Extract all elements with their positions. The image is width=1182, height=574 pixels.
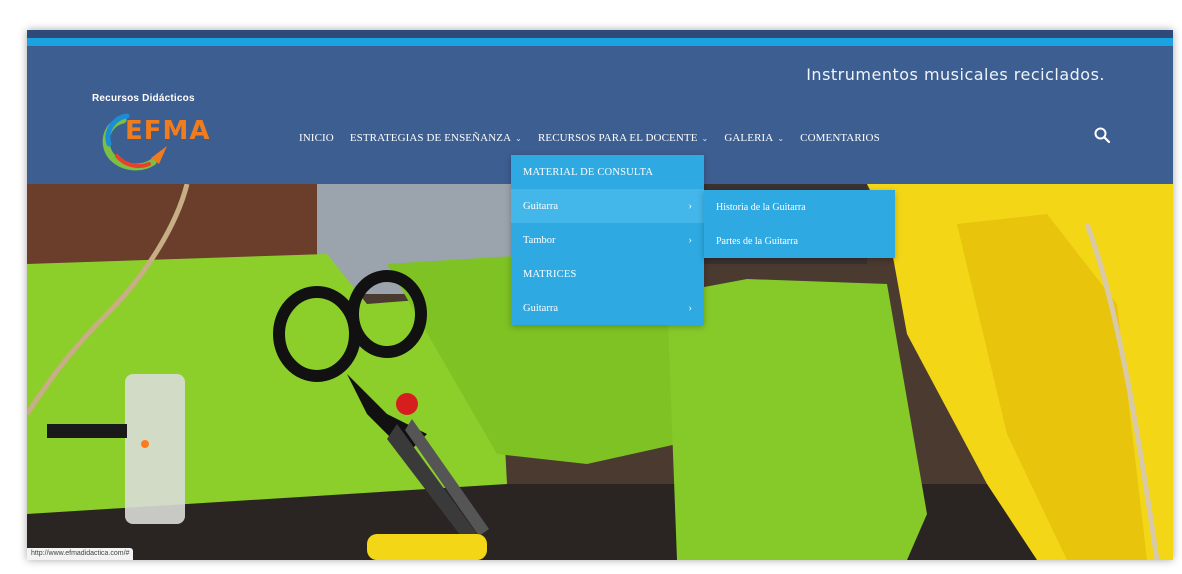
menu-item-label: Tambor bbox=[523, 234, 556, 246]
nav-item-comentarios[interactable]: COMENTARIOS bbox=[792, 132, 888, 144]
chevron-right-icon: › bbox=[688, 234, 692, 246]
menu-item-material-consulta[interactable]: MATERIAL DE CONSULTA bbox=[511, 155, 704, 189]
chevron-down-icon: ⌄ bbox=[701, 133, 709, 143]
submenu-item-label: Historia de la Guitarra bbox=[716, 201, 806, 213]
nav-item-recursos[interactable]: RECURSOS PARA EL DOCENTE ⌄ bbox=[530, 132, 716, 144]
status-bar-url: http://www.efmadidactica.com/# bbox=[27, 548, 134, 560]
submenu-item-historia[interactable]: Historia de la Guitarra bbox=[704, 190, 895, 224]
recursos-dropdown-menu: MATERIAL DE CONSULTA Guitarra › Tambor ›… bbox=[511, 155, 704, 325]
menu-item-label: Guitarra bbox=[523, 302, 558, 314]
chevron-down-icon: ⌄ bbox=[515, 133, 522, 143]
search-icon bbox=[1094, 127, 1111, 144]
menu-item-label: MATERIAL DE CONSULTA bbox=[523, 166, 654, 178]
nav-item-galeria[interactable]: GALERIA ⌄ bbox=[716, 132, 792, 144]
nav-label: ESTRATEGIAS DE ENSEÑANZA bbox=[349, 132, 512, 144]
menu-item-tambor[interactable]: Tambor › bbox=[511, 223, 704, 257]
site-logo[interactable]: EFMA bbox=[95, 106, 215, 176]
nav-label: RECURSOS PARA EL DOCENTE bbox=[537, 132, 698, 144]
chevron-down-icon: ⌄ bbox=[777, 133, 785, 143]
main-nav: INICIO ESTRATEGIAS DE ENSEÑANZA ⌄ RECURS… bbox=[291, 132, 888, 144]
menu-item-matrices-guitarra[interactable]: Guitarra › bbox=[511, 291, 704, 325]
nav-item-inicio[interactable]: INICIO bbox=[291, 132, 342, 144]
chevron-right-icon: › bbox=[688, 200, 692, 212]
nav-label: GALERIA bbox=[724, 132, 774, 144]
chevron-right-icon: › bbox=[688, 302, 692, 314]
menu-item-label: Guitarra bbox=[523, 200, 558, 212]
brand-caption: Recursos Didácticos bbox=[92, 93, 195, 104]
site-tagline: Instrumentos musicales reciclados. bbox=[806, 65, 1105, 84]
menu-item-label: MATRICES bbox=[523, 268, 577, 280]
nav-label: INICIO bbox=[299, 132, 334, 144]
menu-item-guitarra[interactable]: Guitarra › bbox=[511, 189, 704, 223]
top-strip bbox=[27, 30, 1173, 38]
nav-item-estrategias[interactable]: ESTRATEGIAS DE ENSEÑANZA ⌄ bbox=[342, 132, 530, 144]
logo-text: EFMA bbox=[125, 116, 211, 146]
guitarra-submenu: Historia de la Guitarra Partes de la Gui… bbox=[704, 190, 895, 258]
search-button[interactable] bbox=[1093, 126, 1111, 144]
nav-label: COMENTARIOS bbox=[800, 132, 880, 144]
menu-item-matrices[interactable]: MATRICES bbox=[511, 257, 704, 291]
submenu-item-partes[interactable]: Partes de la Guitarra bbox=[704, 224, 895, 258]
accent-strip bbox=[27, 38, 1173, 46]
submenu-item-label: Partes de la Guitarra bbox=[716, 235, 798, 247]
